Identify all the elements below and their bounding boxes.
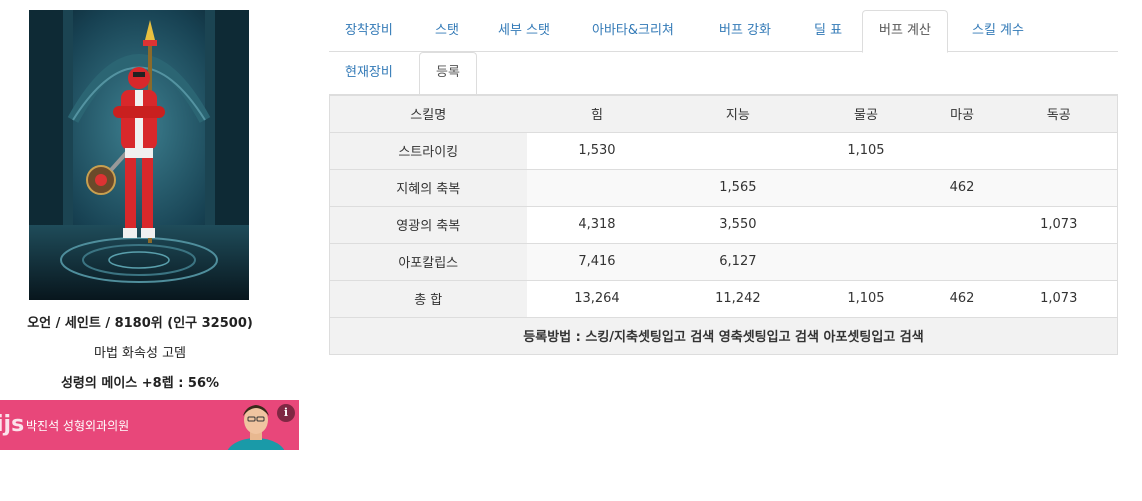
column-header: 힘 [526, 94, 668, 132]
column-header: 스킬명 [329, 94, 527, 132]
table-cell [1000, 168, 1119, 206]
table-cell [808, 242, 924, 280]
main-tab-5[interactable]: 딜 표 [798, 10, 858, 52]
table-cell [923, 205, 1001, 243]
skill-name: 영광의 축복 [329, 205, 527, 243]
info-icon[interactable]: i [277, 404, 295, 422]
character-info: 오언 / 세인트 / 8180위 (인구 32500) [27, 316, 253, 331]
table-footer-row: 등록방법 : 스킹/지축셋팅입고 검색 영축셋팅입고 검색 아포셋팅입고 검색 [329, 316, 1118, 355]
table-cell [1000, 131, 1119, 169]
ad-person-image [227, 405, 284, 450]
table-cell: 3,550 [667, 205, 809, 243]
column-header: 물공 [808, 94, 924, 132]
main-tab-7[interactable]: 스킬 계수 [956, 10, 1040, 52]
weapon-percent: 56% [187, 376, 220, 391]
table-cell [808, 205, 924, 243]
column-header: 지능 [667, 94, 809, 132]
table-cell: 13,264 [526, 279, 668, 317]
character-panel: 오언 / 세인트 / 8180위 (인구 32500) 마법 화속성 고뎀 성령… [0, 0, 300, 501]
weapon-label: 성령의 메이스 +8렙 : [60, 376, 188, 391]
table-cell: 1,105 [808, 131, 924, 169]
sub-tab-0[interactable]: 현재장비 [329, 52, 409, 94]
table-cell: 7,416 [526, 242, 668, 280]
main-tab-4[interactable]: 버프 강화 [703, 10, 787, 52]
main-tab-1[interactable]: 스탯 [419, 10, 475, 52]
ad-logo: ijs [0, 412, 25, 437]
skill-name: 총 합 [329, 279, 527, 317]
ad-banner[interactable]: ijs 박진석 성형외과의원 i [0, 400, 299, 450]
table-cell [808, 168, 924, 206]
table-row: 지혜의 축복 1,565 462 [329, 168, 1119, 206]
buff-table: 스킬명 힘 지능 물공 마공 독공 스트라이킹 1,530 1,105 지혜의 축복 1,565 4… [329, 94, 1119, 355]
main-tab-2[interactable]: 세부 스탯 [482, 10, 566, 52]
sub-tab-1[interactable]: 등록 [419, 52, 477, 95]
column-header: 마공 [923, 94, 1001, 132]
table-cell: 4,318 [526, 205, 668, 243]
table-cell: 11,242 [667, 279, 809, 317]
skill-name: 아포칼립스 [329, 242, 527, 280]
table-cell [1000, 242, 1119, 280]
table-cell [667, 131, 809, 169]
table-cell: 1,565 [667, 168, 809, 206]
ad-text[interactable]: 박진석 성형외과의원 [26, 417, 129, 434]
character-portrait [29, 10, 249, 300]
main-tabs: 장착장비 스탯 세부 스탯 아바타&크리쳐 버프 강화 딜 표 버프 계산 스킬 계수 [329, 10, 1118, 53]
table-cell: 462 [923, 279, 1001, 317]
weapon-info: 성령의 메이스 +8렙 : 56% [0, 372, 280, 391]
table-cell: 1,073 [1000, 279, 1119, 317]
table-cell: 1,530 [526, 131, 668, 169]
main-tab-6[interactable]: 버프 계산 [862, 10, 948, 53]
table-cell: 1,105 [808, 279, 924, 317]
sub-tabs: 현재장비 등록 [329, 52, 1118, 95]
table-cell [923, 131, 1001, 169]
skill-name: 스트라이킹 [329, 131, 527, 169]
character-title: 마법 화속성 고뎀 [94, 346, 186, 361]
table-row: 총 합 13,264 11,242 1,105 462 1,073 [329, 279, 1119, 317]
main-tab-3[interactable]: 아바타&크리쳐 [576, 10, 690, 52]
table-header-row: 스킬명 힘 지능 물공 마공 독공 [329, 94, 1119, 132]
main-tab-0[interactable]: 장착장비 [329, 10, 409, 52]
skill-name: 지혜의 축복 [329, 168, 527, 206]
table-cell [526, 168, 668, 206]
table-cell [923, 242, 1001, 280]
table-row: 아포칼립스 7,416 6,127 [329, 242, 1119, 280]
register-method: 등록방법 : 스킹/지축셋팅입고 검색 영축셋팅입고 검색 아포셋팅입고 검색 [329, 316, 1118, 355]
table-cell: 462 [923, 168, 1001, 206]
column-header: 독공 [1000, 94, 1119, 132]
table-cell: 6,127 [667, 242, 809, 280]
table-cell: 1,073 [1000, 205, 1119, 243]
table-row: 스트라이킹 1,530 1,105 [329, 131, 1119, 169]
table-row: 영광의 축복 4,318 3,550 1,073 [329, 205, 1119, 243]
